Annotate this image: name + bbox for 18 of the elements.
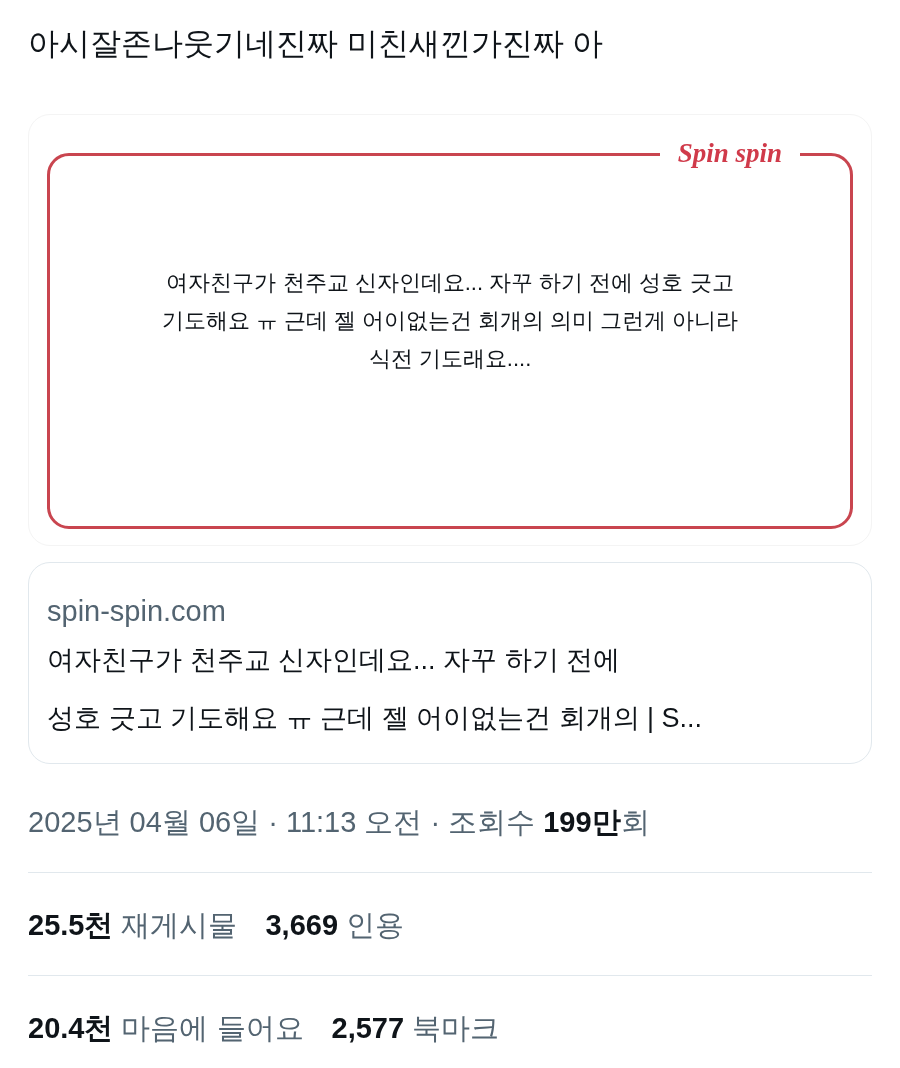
stat-count: 20.4천 (28, 1011, 114, 1046)
image-text-line: 여자친구가 천주교 신자인데요... 자꾸 하기 전에 성호 긋고 (166, 269, 734, 297)
post-meta: 2025년 04월 06일 · 11:13 오전 · 조회수 199만회 (28, 805, 651, 840)
image-text-line: 식전 기도래요.... (368, 345, 532, 373)
link-title-line: 성호 긋고 기도해요 ㅠ 근데 젤 어이없는건 회개의 | S... (47, 702, 704, 735)
image-card[interactable]: Spin spin 여자친구가 천주교 신자인데요... 자꾸 하기 전에 성호 긋고 기도해요 ㅠ 근데 젤 어이없는건 회개의 의미 그런게 아니라 식전 기도래요.... (28, 114, 872, 546)
link-card[interactable]: spin-spin.com 여자친구가 천주교 신자인데요... 자꾸 하기 전에 성호 긋고 기도해요 ㅠ 근데 젤 어이없는건 회개의 | S... (28, 562, 872, 764)
stat-count: 25.5천 (28, 908, 114, 943)
stat-label[interactable]: 북마크 (412, 1008, 500, 1048)
stat-label[interactable]: 인용 (346, 905, 405, 945)
stat-label[interactable]: 재게시물 (121, 905, 238, 945)
link-domain: spin-spin.com (47, 594, 227, 629)
link-title-line: 여자친구가 천주교 신자인데요... 자꾸 하기 전에 (47, 644, 621, 677)
stat-count: 3,669 (265, 908, 339, 943)
image-text-line: 기도해요 ㅠ 근데 젤 어이없는건 회개의 의미 그런게 아니라 (161, 307, 739, 335)
stat-label[interactable]: 마음에 들어요 (121, 1008, 304, 1048)
stat-count: 2,577 (331, 1011, 405, 1046)
post-text: 아시잘존나웃기네진짜 미친새낀가진짜 아 (28, 25, 605, 63)
